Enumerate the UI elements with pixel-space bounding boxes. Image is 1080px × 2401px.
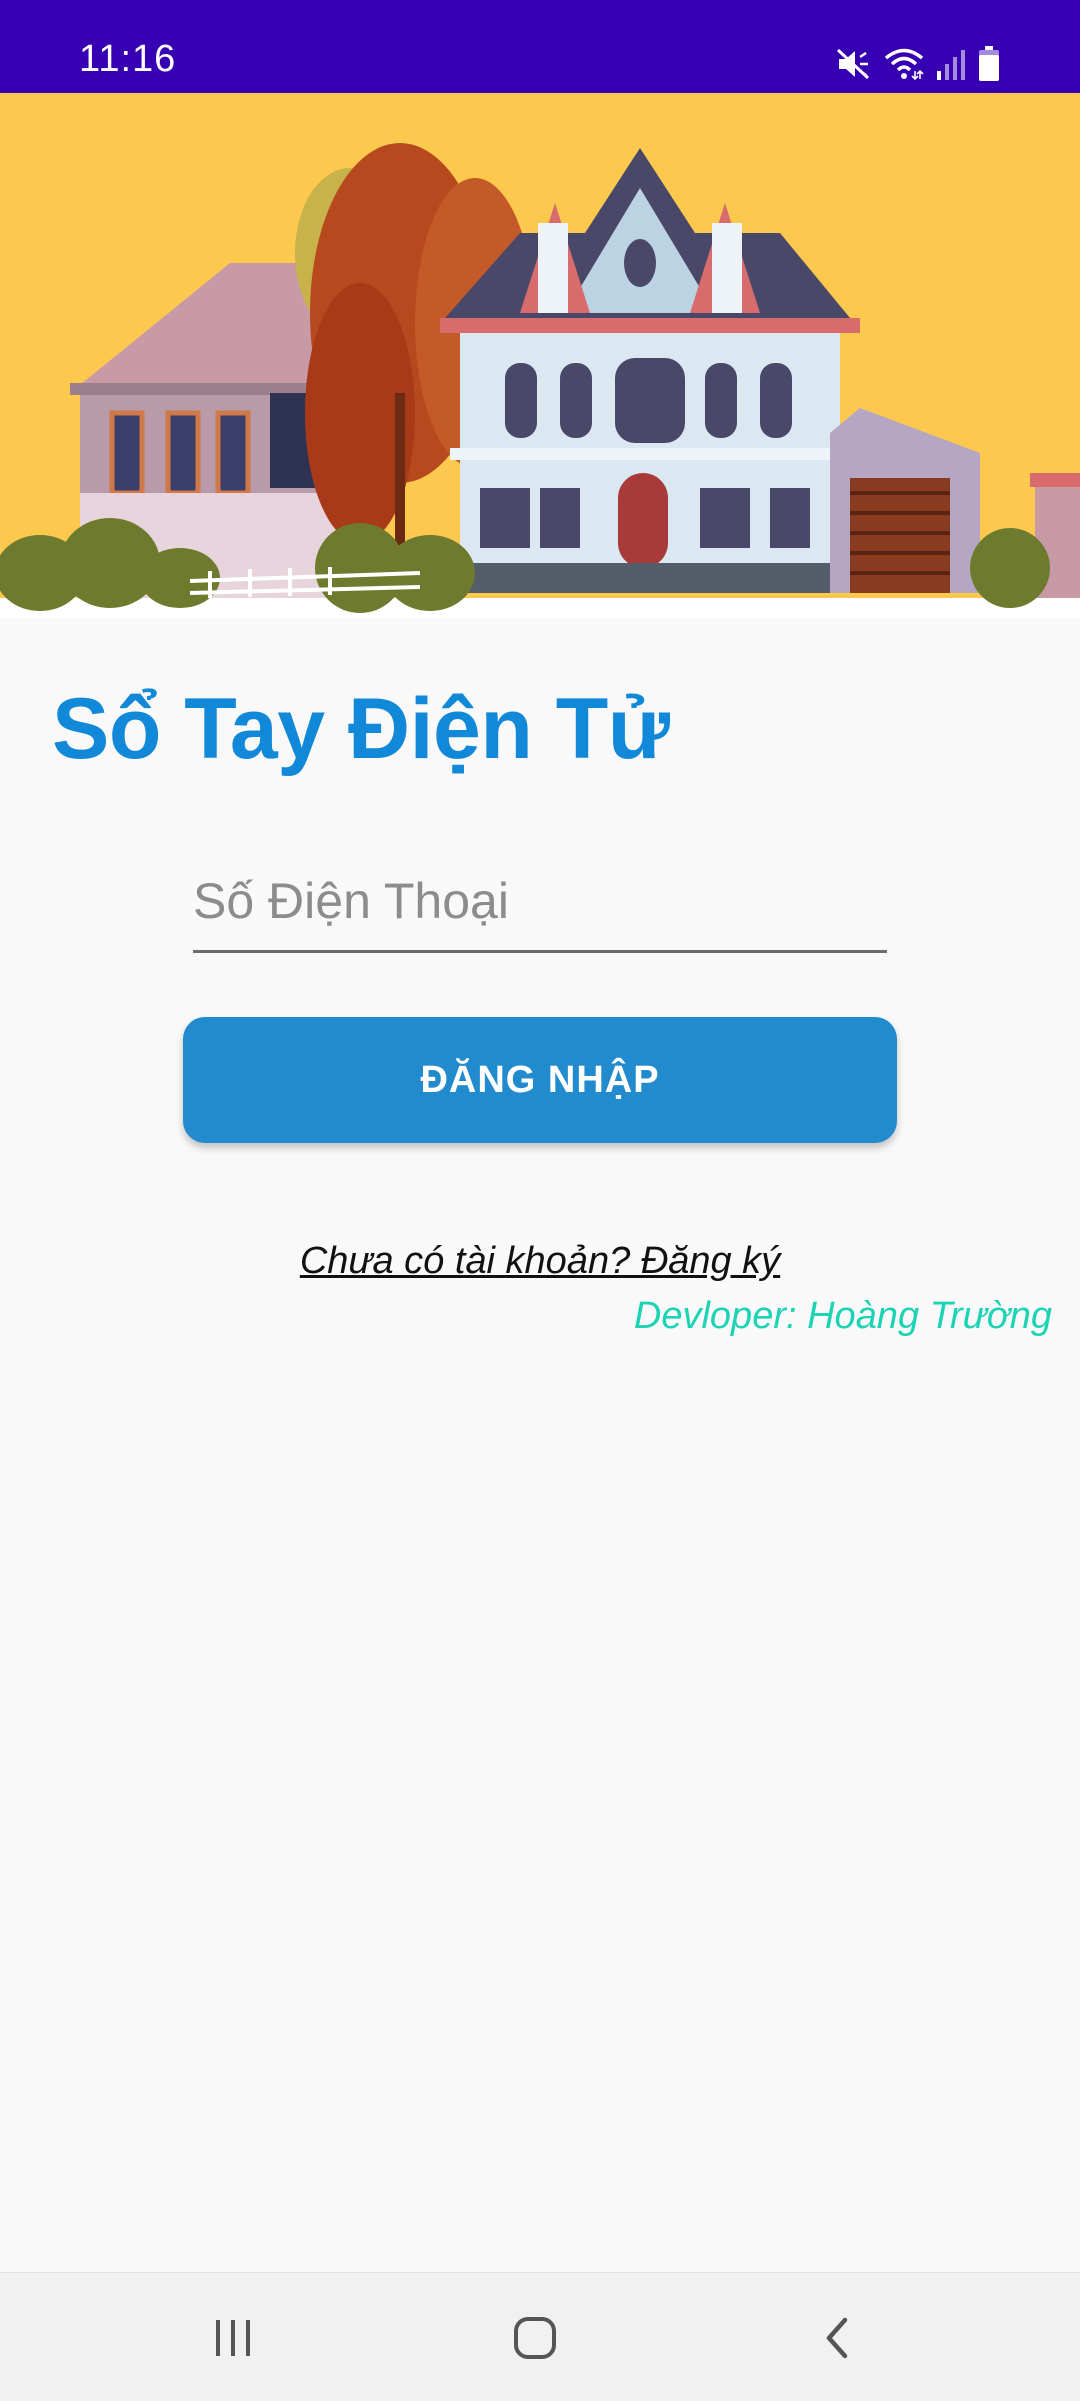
recent-apps-button[interactable] <box>193 2303 273 2373</box>
status-icons <box>836 44 1000 84</box>
back-button[interactable] <box>797 2303 877 2373</box>
navigation-bar <box>0 2272 1080 2401</box>
phone-number-input[interactable] <box>193 860 887 953</box>
status-bar: 11:16 <box>0 0 1080 93</box>
recent-apps-icon <box>216 2320 250 2356</box>
login-button[interactable]: ĐĂNG NHẬP <box>183 1017 897 1143</box>
mute-icon <box>836 47 872 81</box>
battery-icon <box>978 46 1000 82</box>
register-link[interactable]: Chưa có tài khoản? Đăng ký <box>0 1240 1080 1283</box>
wifi-icon <box>884 47 924 81</box>
signal-icon <box>936 47 966 81</box>
home-icon <box>514 2317 556 2359</box>
back-icon <box>826 2317 848 2359</box>
house-illustration <box>0 93 1080 618</box>
developer-credit: Devloper: Hoàng Trường <box>633 1295 1052 1337</box>
status-time: 11:16 <box>79 38 177 80</box>
home-button[interactable] <box>495 2303 575 2373</box>
app-title: Sổ Tay Điện Tử <box>52 681 670 777</box>
